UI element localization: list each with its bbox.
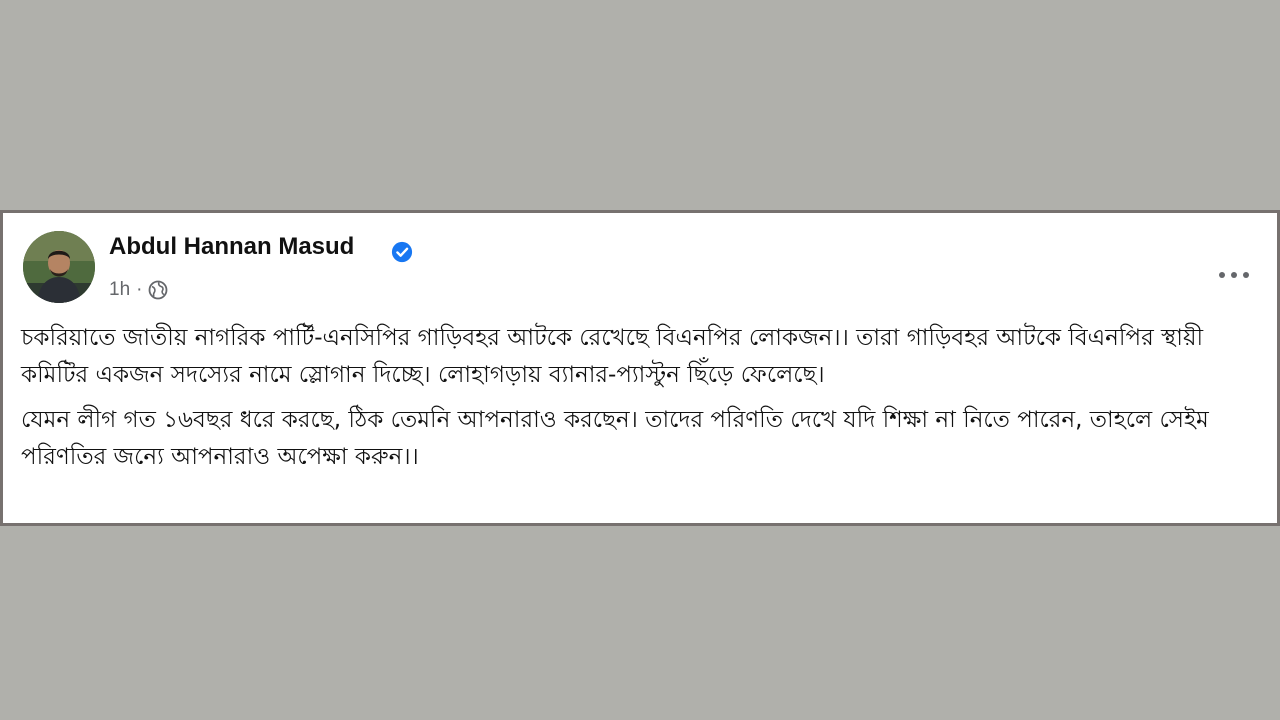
post-timestamp[interactable]: 1h bbox=[109, 279, 130, 301]
meta-separator: · bbox=[136, 279, 143, 300]
post-header: Abdul Hannan Masud 1h · bbox=[19, 229, 1277, 309]
avatar-photo bbox=[23, 231, 95, 303]
post-paragraph-1: চকরিয়াতে জাতীয় নাগরিক পার্টি-এনসিপির গ… bbox=[21, 325, 1204, 388]
author-name[interactable]: Abdul Hannan Masud bbox=[109, 233, 354, 261]
post-card: Abdul Hannan Masud 1h · চকরিয়াতে জাতীয়… bbox=[0, 210, 1280, 526]
avatar[interactable] bbox=[23, 231, 95, 303]
post-meta: 1h · bbox=[109, 277, 168, 303]
post-paragraph-2: যেমন লীগ গত ১৬বছর ধরে করছে, ঠিক তেমনি আপ… bbox=[21, 407, 1209, 470]
verified-badge-icon bbox=[391, 241, 413, 263]
more-options-icon[interactable] bbox=[1215, 265, 1253, 285]
post-text: চকরিয়াতে জাতীয় নাগরিক পার্টি-এনসিপির গ… bbox=[21, 320, 1259, 484]
globe-icon[interactable] bbox=[148, 280, 168, 300]
